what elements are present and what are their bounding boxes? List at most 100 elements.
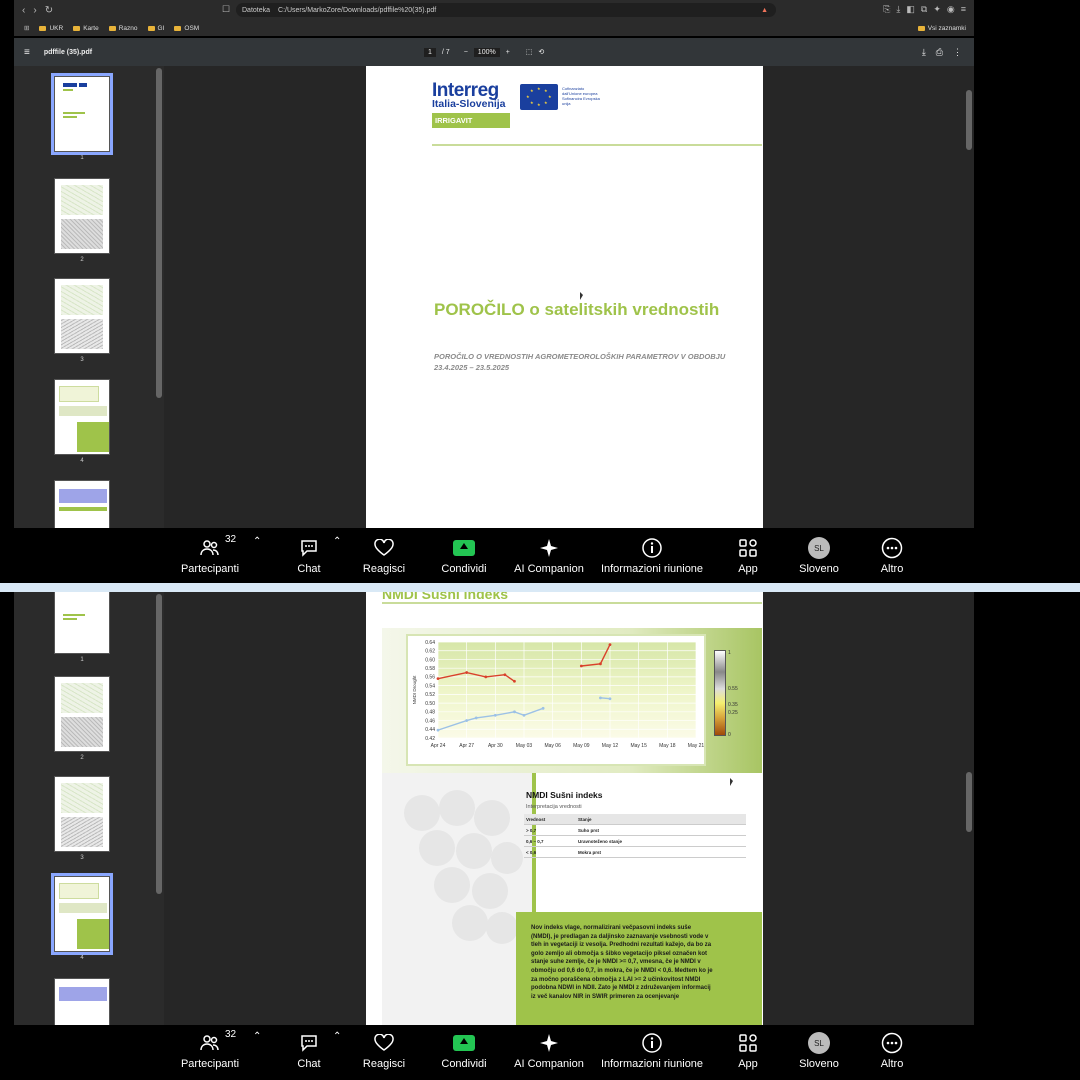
table-cell: Mokra prst xyxy=(578,849,602,855)
ai-companion-button[interactable]: AI Companion xyxy=(489,1031,609,1070)
table-cell: > 0,7 xyxy=(526,827,537,833)
print-icon[interactable]: ⎙ xyxy=(936,47,943,58)
table-cell: Uravnoteženo stanje xyxy=(578,838,623,844)
folder-icon xyxy=(39,25,47,31)
y-tick-label: 0.60 xyxy=(425,657,435,663)
data-point xyxy=(608,697,612,701)
pdf-right-icons: ⤓ ⎙ ⋮ xyxy=(922,47,962,58)
description-paragraph: Nov indeks vlage, normalizirani večpasov… xyxy=(531,925,713,1000)
mouse-cursor xyxy=(730,778,733,786)
address-bar[interactable]: Datoteka C:/Users/MarkoZore/Downloads/pd… xyxy=(236,3,776,17)
more-label: Altro xyxy=(880,1058,904,1070)
participants-count: 32 xyxy=(225,1029,237,1040)
zoom-out-icon[interactable]: − xyxy=(464,49,468,56)
bookmark-folder[interactable]: GI xyxy=(147,25,164,32)
main-scrollbar[interactable] xyxy=(966,90,972,150)
screen-divider xyxy=(0,583,1080,592)
apps-icon[interactable]: ⊞ xyxy=(24,24,29,32)
zoom-input[interactable]: 100% xyxy=(473,47,500,57)
bookmark-label: UKR xyxy=(49,24,64,32)
thumbnail-page-5[interactable] xyxy=(54,978,110,1025)
ai-companion-button[interactable]: AI Companion xyxy=(489,536,609,575)
url-label: Datoteka xyxy=(242,6,271,14)
grape-watermark-panel xyxy=(382,773,532,1025)
column-header: Vrednost xyxy=(526,816,546,822)
project-label: IRRIGAVIT xyxy=(432,113,510,128)
sidebar-scrollbar[interactable] xyxy=(156,594,162,894)
data-point xyxy=(503,673,507,677)
extension-icon[interactable]: ▲ xyxy=(761,7,768,14)
report-subtitle: POROČILO O VREDNOSTIH AGROMETEOROLOŠKIH … xyxy=(434,352,726,372)
bookmark-folder[interactable]: Razno xyxy=(108,24,138,32)
extensions-icon[interactable]: ✦ xyxy=(933,4,941,15)
data-point xyxy=(474,716,478,720)
bookmark-label: OSM xyxy=(184,24,200,32)
menu-icon[interactable]: ≡ xyxy=(961,4,966,15)
bookmark-folder[interactable]: OSM xyxy=(174,25,199,32)
table-cell: 0,6 – 0,7 xyxy=(526,838,544,844)
all-bookmarks[interactable]: Vsi zaznamki xyxy=(917,25,966,32)
thumbnail-page-4[interactable]: 4 xyxy=(51,873,113,961)
y-tick-label: 0.54 xyxy=(425,683,435,689)
thumbnail-page-2[interactable]: 2 xyxy=(54,676,110,761)
bookmark-folder[interactable]: Karte xyxy=(73,25,99,32)
data-point xyxy=(465,719,469,722)
reload-icon[interactable]: ↻ xyxy=(45,5,53,16)
thumbnail-page-1[interactable]: 1 xyxy=(54,592,110,663)
data-point xyxy=(493,713,497,717)
bookmark-label: Razno xyxy=(118,24,138,32)
thumbnail-number: 4 xyxy=(80,955,84,961)
more-icon[interactable]: ⋮ xyxy=(953,47,962,58)
main-scrollbar[interactable] xyxy=(966,772,972,832)
table-title: NMDI Sušni indeks xyxy=(526,790,603,800)
ai-companion-label: AI Companion xyxy=(514,563,584,575)
data-point xyxy=(513,710,516,714)
column-header: Stanje xyxy=(578,816,592,822)
rotate-icon[interactable]: ⟲ xyxy=(538,48,544,56)
y-tick-label: 0.48 xyxy=(425,710,435,716)
back-icon[interactable]: ‹ xyxy=(22,5,25,16)
thumbnail-page-3[interactable]: 3 xyxy=(54,278,110,363)
share-screen-icon xyxy=(453,540,475,556)
data-point xyxy=(522,713,526,717)
y-tick-label: 0.62 xyxy=(425,649,435,655)
folder-icon xyxy=(917,25,925,31)
language-badge: SL xyxy=(808,537,830,559)
sidebar-icon[interactable]: ◧ xyxy=(906,4,915,15)
download-icon[interactable]: ⤓ xyxy=(922,47,926,58)
table-row: 0,6 – 0,7 Uravnoteženo stanje xyxy=(524,836,746,847)
more-button[interactable]: Altro xyxy=(832,536,952,575)
thumbnail-page-5[interactable] xyxy=(54,480,110,528)
download-icon[interactable]: ⤓ xyxy=(896,4,900,15)
thumbnail-page-2[interactable]: 2 xyxy=(54,178,110,263)
sidebar-scrollbar[interactable] xyxy=(156,68,162,398)
thumbnail-number: 1 xyxy=(80,657,84,663)
bookmark-icon[interactable]: ☐ xyxy=(222,4,230,15)
bookmark-folder[interactable]: UKR xyxy=(39,25,63,32)
thumbnail-sidebar: 1 2 3 4 xyxy=(14,66,164,528)
table-subtitle: Interpretacija vrednosti xyxy=(526,804,582,810)
forward-icon[interactable]: › xyxy=(33,5,36,16)
y-tick-label: 0.58 xyxy=(425,666,435,672)
scale-label: 1 xyxy=(728,650,731,656)
fit-page-icon[interactable]: ⬚ xyxy=(526,48,533,56)
x-tick-label: Apr 30 xyxy=(488,743,503,749)
thumbnail-page-1[interactable]: 1 xyxy=(51,73,113,161)
tabs-icon[interactable]: ⧉ xyxy=(921,4,927,15)
bookmarks-bar: ⊞ UKR Karte Razno GI OSM Vsi zaznamki xyxy=(14,20,974,36)
menu-icon[interactable]: ≡ xyxy=(24,47,30,58)
cast-icon[interactable]: ⎘ xyxy=(883,4,890,15)
thumbnail-number: 3 xyxy=(80,357,84,363)
folder-icon xyxy=(108,25,116,31)
sparkle-icon xyxy=(489,536,609,560)
more-button[interactable]: Altro xyxy=(832,1031,952,1070)
participants-count: 32 xyxy=(225,534,237,545)
thumbnail-page-3[interactable]: 3 xyxy=(54,776,110,861)
color-scale-bar xyxy=(714,650,726,736)
thumbnail-number: 2 xyxy=(80,755,84,761)
zoom-in-icon[interactable]: + xyxy=(506,49,510,56)
profile-icon[interactable]: ◉ xyxy=(947,4,955,15)
page-input[interactable]: 1 xyxy=(424,47,436,57)
thumbnail-page-4[interactable]: 4 xyxy=(54,379,110,464)
x-tick-label: May 03 xyxy=(516,743,533,749)
